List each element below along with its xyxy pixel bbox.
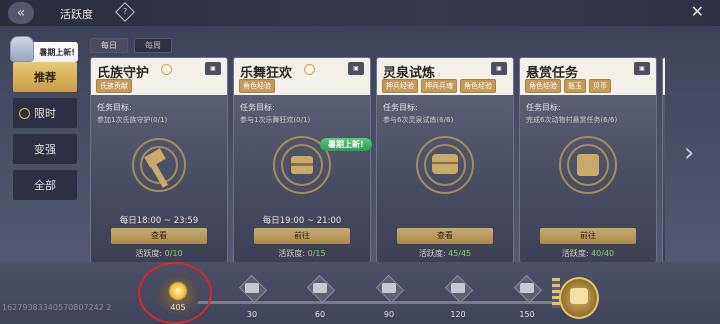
activity-progress: 活跃度: 45/45 [418, 249, 472, 258]
goal-description: 参加1次氏族守护(0/1) [97, 116, 168, 124]
reward-tag: 押兵经验 [382, 79, 418, 93]
sidebar-item-strengthen[interactable]: 变强 [13, 134, 77, 164]
activity-cards: 氏族守护 ▣ 氏族贡献 任务目标: 参加1次氏族守护(0/1) 每日18:00 … [90, 57, 665, 262]
tab-daily[interactable]: 每日 [90, 38, 128, 53]
reward-chest-icon[interactable]: ▣ [634, 62, 650, 75]
milestone-label: 30 [246, 310, 258, 319]
grand-reward-chest-icon[interactable] [559, 277, 599, 319]
milestone-chest-icon[interactable] [306, 274, 336, 304]
milestone-label: 90 [383, 310, 395, 319]
reward-chest-icon[interactable]: ▣ [348, 62, 364, 75]
spring-emblem-icon [416, 136, 474, 194]
hammer-emblem-icon [132, 138, 186, 192]
back-icon: « [16, 5, 26, 21]
reward-tag: 角色经验 [460, 79, 496, 93]
sidebar-item-limited[interactable]: 限时 [13, 98, 77, 128]
milestone-chest-icon[interactable] [444, 274, 474, 304]
view-button[interactable]: 查看 [397, 228, 493, 244]
reward-chest-icon[interactable]: ▣ [491, 62, 507, 75]
sidebar: 推荐 限时 变强 全部 [13, 62, 77, 206]
reward-tag: 押兵兵魂 [421, 79, 457, 93]
mascot-icon [10, 36, 34, 62]
progress-track [190, 301, 560, 304]
help-icon[interactable]: ? [115, 2, 135, 22]
activity-card[interactable]: 悬赏任务 ▣ 角色经验 瓶玉 贝币 任务目标: 完成6次动物村悬赏任务(6/6)… [519, 57, 657, 262]
view-button[interactable]: 查看 [111, 228, 207, 244]
promo-label: 暑期上新! [39, 47, 75, 57]
sidebar-item-recommended[interactable]: 推荐 [13, 62, 77, 92]
go-button[interactable]: 前往 [540, 228, 636, 244]
goal-label: 任务目标: [526, 103, 561, 112]
milestone-label: 60 [314, 310, 326, 319]
sidebar-item-all[interactable]: 全部 [13, 170, 77, 200]
goal-label: 任务目标: [240, 103, 275, 112]
goal-description: 完成6次动物村悬赏任务(6/6) [526, 116, 618, 124]
tab-weekly[interactable]: 每周 [134, 38, 172, 53]
reward-tag: 角色经验 [525, 79, 561, 93]
activity-progress: 活跃度: 0/15 [278, 249, 326, 258]
milestone-chest-icon[interactable] [375, 274, 405, 304]
activity-progress: 活跃度: 40/40 [561, 249, 615, 258]
top-bar: « 活跃度 ? ✕ [0, 0, 720, 26]
reward-tag: 贝币 [589, 79, 611, 93]
back-button[interactable]: « [8, 2, 34, 24]
milestone-label: 150 [519, 310, 535, 319]
activity-card-partial[interactable] [662, 57, 665, 262]
page-title: 活跃度 [60, 8, 93, 21]
reward-tag: 瓶玉 [564, 79, 586, 93]
schedule-time: 每日19:00 ~ 21:00 [262, 216, 342, 226]
milestone-label: 120 [450, 310, 466, 319]
next-arrow-icon[interactable]: › [684, 138, 694, 168]
goal-description: 参与1次乐舞狂欢(0/1) [240, 116, 311, 124]
new-badge: 暑期上新! [320, 138, 372, 151]
activity-card[interactable]: 乐舞狂欢 ▣ 角色经验 任务目标: 参与1次乐舞狂欢(0/1) 每日19:00 … [233, 57, 371, 262]
clock-icon [304, 64, 315, 75]
clock-icon [19, 107, 30, 119]
reward-tag: 角色经验 [239, 79, 275, 93]
goal-label: 任务目标: [383, 103, 418, 112]
milestone-chest-icon[interactable] [513, 274, 543, 304]
goal-description: 参与6次灵泉试炼(6/6) [383, 116, 454, 124]
highlight-circle [138, 262, 212, 324]
clock-icon [161, 64, 172, 75]
reward-tag: 氏族贡献 [96, 79, 132, 93]
milestone-chest-icon[interactable] [238, 274, 268, 304]
activity-progress-bar [0, 262, 720, 324]
user-id: 16279383340570807242 2 [2, 303, 112, 312]
schedule-time: 每日18:00 ~ 23:59 [119, 216, 199, 226]
close-button[interactable]: ✕ [691, 2, 704, 21]
period-tabs: 每日 每周 [90, 38, 172, 53]
reward-chest-icon[interactable]: ▣ [205, 62, 221, 75]
goal-label: 任务目标: [97, 103, 132, 112]
summer-promo-banner[interactable]: 暑期上新! [10, 36, 78, 62]
bounty-emblem-icon [559, 136, 617, 194]
activity-card[interactable]: 灵泉试炼 ▣ 押兵经验 押兵兵魂 角色经验 任务目标: 参与6次灵泉试炼(6/6… [376, 57, 514, 262]
go-button[interactable]: 前往 [254, 228, 350, 244]
activity-card[interactable]: 氏族守护 ▣ 氏族贡献 任务目标: 参加1次氏族守护(0/1) 每日18:00 … [90, 57, 228, 262]
activity-progress: 活跃度: 0/10 [135, 249, 183, 258]
